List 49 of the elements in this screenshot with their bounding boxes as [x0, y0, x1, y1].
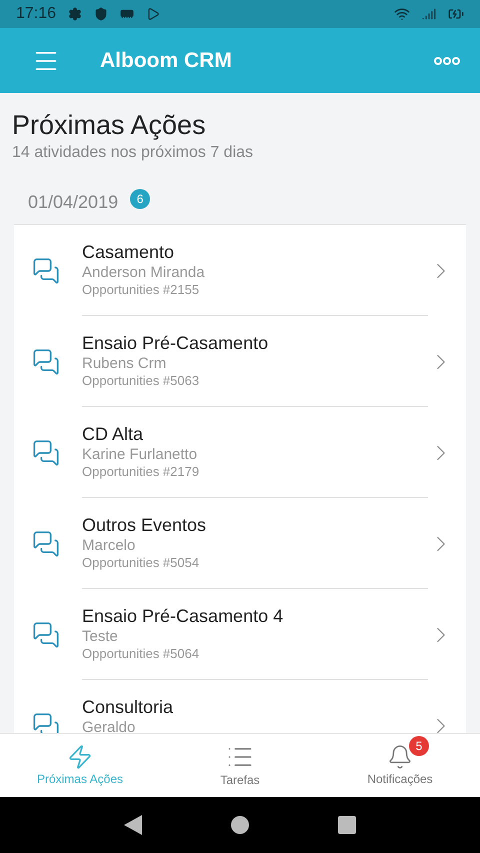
activity-title: Consultoria [82, 696, 174, 718]
shield-icon [94, 7, 108, 21]
signal-icon [422, 7, 436, 21]
app-title: Alboom CRM [100, 48, 232, 74]
nav-tab[interactable]: Tarefas [160, 734, 320, 797]
activity-contact: Karine Furlanetto [82, 446, 198, 464]
page-title: Próximas Ações [12, 109, 207, 141]
play-icon [146, 7, 160, 21]
activity-title: Outros Eventos [82, 514, 208, 536]
activity-title: Ensaio Pré-Casamento 4 [82, 605, 284, 628]
chat-icon [32, 438, 60, 466]
page-subtitle: 14 atividades nos próximos 7 dias [12, 143, 254, 163]
chat-icon [32, 712, 60, 733]
activity-contact: Geraldo [82, 718, 136, 733]
activity-title: Casamento [82, 241, 176, 264]
activity-reference: Opportunities #5064 [82, 646, 200, 662]
wifi-icon [394, 6, 410, 22]
activity-contact: Anderson Miranda [82, 264, 206, 282]
chat-icon [32, 530, 60, 558]
activity-reference: Opportunities #5063 [82, 373, 200, 390]
bell-icon [387, 744, 413, 770]
more-button[interactable] [434, 56, 460, 64]
chat-icon [32, 256, 60, 284]
nav-tab[interactable]: 5 Notificações [320, 734, 480, 797]
activity-title: Ensaio Pré-Casamento [82, 332, 270, 354]
activity-contact: Rubens Crm [82, 354, 168, 374]
activity-row[interactable]: Ensaio Pré-Casamento 4 Teste Opportunities #5064 [14, 589, 466, 680]
activity-row[interactable]: Outros Eventos Marcelo Opportunities #5054 [14, 498, 466, 589]
activity-row[interactable]: Ensaio Pré-Casamento Rubens Crm Opportunities #5063 [14, 316, 466, 407]
activity-reference: Opportunities #2179 [82, 464, 200, 480]
more-icon [434, 56, 460, 64]
activity-reference: Opportunities #5054 [82, 555, 200, 572]
chat-icon [32, 620, 60, 648]
lightning-icon [67, 744, 93, 770]
activity-title: CD Alta [82, 423, 144, 446]
recents-icon [338, 816, 356, 834]
activity-row[interactable]: CD Alta Karine Furlanetto Opportunities #2179 [14, 407, 466, 498]
back-icon [124, 815, 142, 835]
date-label: 01/04/2019 [28, 191, 118, 214]
activity-contact: Marcelo [82, 536, 136, 556]
status-time: 17:16 [16, 4, 56, 24]
activity-row[interactable]: Casamento Anderson Miranda Opportunities #2155 [14, 225, 466, 316]
chat-icon [32, 348, 60, 376]
count-badge: 6 [130, 188, 150, 208]
activity-contact: Teste [82, 628, 119, 646]
activity-reference: Opportunities #2155 [82, 282, 200, 298]
activity-row[interactable]: Consultoria Geraldo [14, 680, 466, 733]
notification-badge: 5 [409, 736, 429, 756]
home-icon [230, 816, 249, 834]
